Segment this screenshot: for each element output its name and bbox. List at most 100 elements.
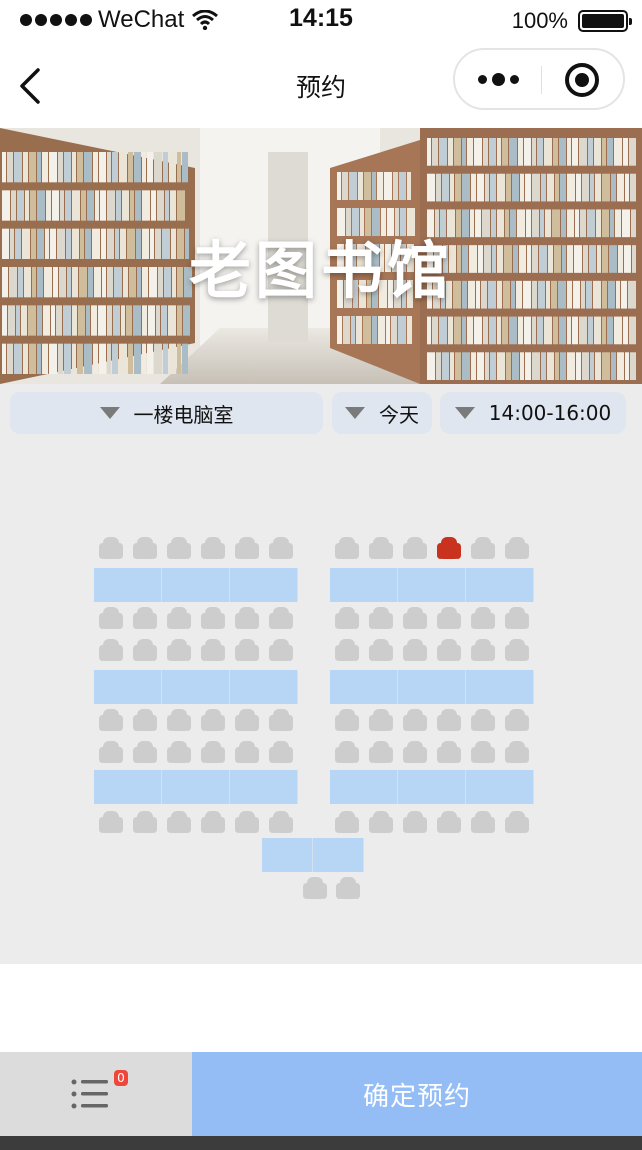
- table-block1-2: [94, 670, 298, 704]
- seat[interactable]: [201, 639, 225, 661]
- seat[interactable]: [167, 639, 191, 661]
- count-badge: 0: [114, 1070, 128, 1086]
- seat[interactable]: [437, 607, 461, 629]
- seat[interactable]: [403, 537, 427, 559]
- seat[interactable]: [403, 741, 427, 763]
- room-filter[interactable]: 一楼电脑室: [10, 392, 323, 434]
- confirm-reservation-button[interactable]: 确定预约: [192, 1052, 642, 1136]
- seat[interactable]: [369, 537, 393, 559]
- seat-map: [0, 442, 642, 964]
- seat[interactable]: [99, 811, 123, 833]
- seat[interactable]: [167, 741, 191, 763]
- seat[interactable]: [133, 639, 157, 661]
- seat[interactable]: [269, 607, 293, 629]
- seat[interactable]: [167, 607, 191, 629]
- reservation-list-button[interactable]: 0: [0, 1052, 192, 1136]
- seat[interactable]: [235, 741, 259, 763]
- seat[interactable]: [335, 537, 359, 559]
- seat[interactable]: [403, 709, 427, 731]
- seat[interactable]: [269, 537, 293, 559]
- seat[interactable]: [167, 537, 191, 559]
- battery-icon: [578, 10, 632, 32]
- table-block1-3: [94, 770, 298, 804]
- seat[interactable]: [505, 741, 529, 763]
- seat[interactable]: [369, 639, 393, 661]
- seat[interactable]: [269, 811, 293, 833]
- seat[interactable]: [201, 607, 225, 629]
- seat[interactable]: [335, 741, 359, 763]
- seat[interactable]: [133, 741, 157, 763]
- seat[interactable]: [437, 811, 461, 833]
- triangle-down-icon: [99, 407, 120, 419]
- target-close-icon[interactable]: [565, 63, 599, 97]
- seat[interactable]: [471, 811, 495, 833]
- seat[interactable]: [133, 709, 157, 731]
- seat[interactable]: [235, 709, 259, 731]
- seat[interactable]: [505, 607, 529, 629]
- seat[interactable]: [269, 639, 293, 661]
- seat[interactable]: [403, 607, 427, 629]
- nav-bar: 预约: [0, 44, 642, 128]
- seat[interactable]: [133, 607, 157, 629]
- seat[interactable]: [235, 607, 259, 629]
- seat[interactable]: [201, 537, 225, 559]
- seat[interactable]: [471, 741, 495, 763]
- seat-selected[interactable]: [437, 537, 461, 559]
- table-block2-1: [330, 568, 534, 602]
- triangle-down-icon: [454, 407, 475, 419]
- seat[interactable]: [335, 709, 359, 731]
- seat[interactable]: [167, 709, 191, 731]
- seat[interactable]: [471, 537, 495, 559]
- seat[interactable]: [167, 811, 191, 833]
- seat[interactable]: [336, 877, 360, 899]
- seat[interactable]: [269, 741, 293, 763]
- seat[interactable]: [403, 811, 427, 833]
- date-filter-label: 今天: [379, 402, 419, 427]
- seat[interactable]: [269, 709, 293, 731]
- seat[interactable]: [471, 607, 495, 629]
- seat[interactable]: [369, 741, 393, 763]
- seat[interactable]: [99, 741, 123, 763]
- seat[interactable]: [369, 607, 393, 629]
- table-block2-2: [330, 670, 534, 704]
- seat[interactable]: [99, 537, 123, 559]
- mini-program-capsule: [453, 48, 625, 110]
- seat[interactable]: [99, 639, 123, 661]
- seat[interactable]: [235, 811, 259, 833]
- seat[interactable]: [99, 607, 123, 629]
- seat[interactable]: [335, 811, 359, 833]
- seat[interactable]: [505, 811, 529, 833]
- seat[interactable]: [471, 709, 495, 731]
- seat[interactable]: [303, 877, 327, 899]
- seat[interactable]: [335, 607, 359, 629]
- seat[interactable]: [235, 537, 259, 559]
- capsule-divider: [541, 66, 542, 94]
- banner-title: 老图书馆: [188, 234, 453, 307]
- seat-map-canvas: [94, 537, 534, 899]
- seat[interactable]: [201, 709, 225, 731]
- date-filter[interactable]: 今天: [332, 392, 432, 434]
- seat[interactable]: [99, 709, 123, 731]
- seat[interactable]: [437, 639, 461, 661]
- seat[interactable]: [133, 811, 157, 833]
- seat[interactable]: [505, 537, 529, 559]
- seat[interactable]: [201, 741, 225, 763]
- seat[interactable]: [437, 741, 461, 763]
- seat[interactable]: [201, 811, 225, 833]
- seat[interactable]: [235, 639, 259, 661]
- seat[interactable]: [369, 811, 393, 833]
- table-block1-1: [94, 568, 298, 602]
- seat[interactable]: [437, 709, 461, 731]
- time-filter[interactable]: 14:00-16:00: [440, 392, 626, 434]
- more-dots-icon[interactable]: [455, 50, 541, 108]
- library-banner: 老图书馆: [0, 128, 642, 384]
- time-filter-label: 14:00-16:00: [488, 401, 612, 425]
- seat[interactable]: [505, 709, 529, 731]
- seat[interactable]: [335, 639, 359, 661]
- seat[interactable]: [505, 639, 529, 661]
- seat[interactable]: [471, 639, 495, 661]
- seat[interactable]: [133, 537, 157, 559]
- screen-bottom-edge: [0, 1136, 642, 1150]
- seat[interactable]: [403, 639, 427, 661]
- seat[interactable]: [369, 709, 393, 731]
